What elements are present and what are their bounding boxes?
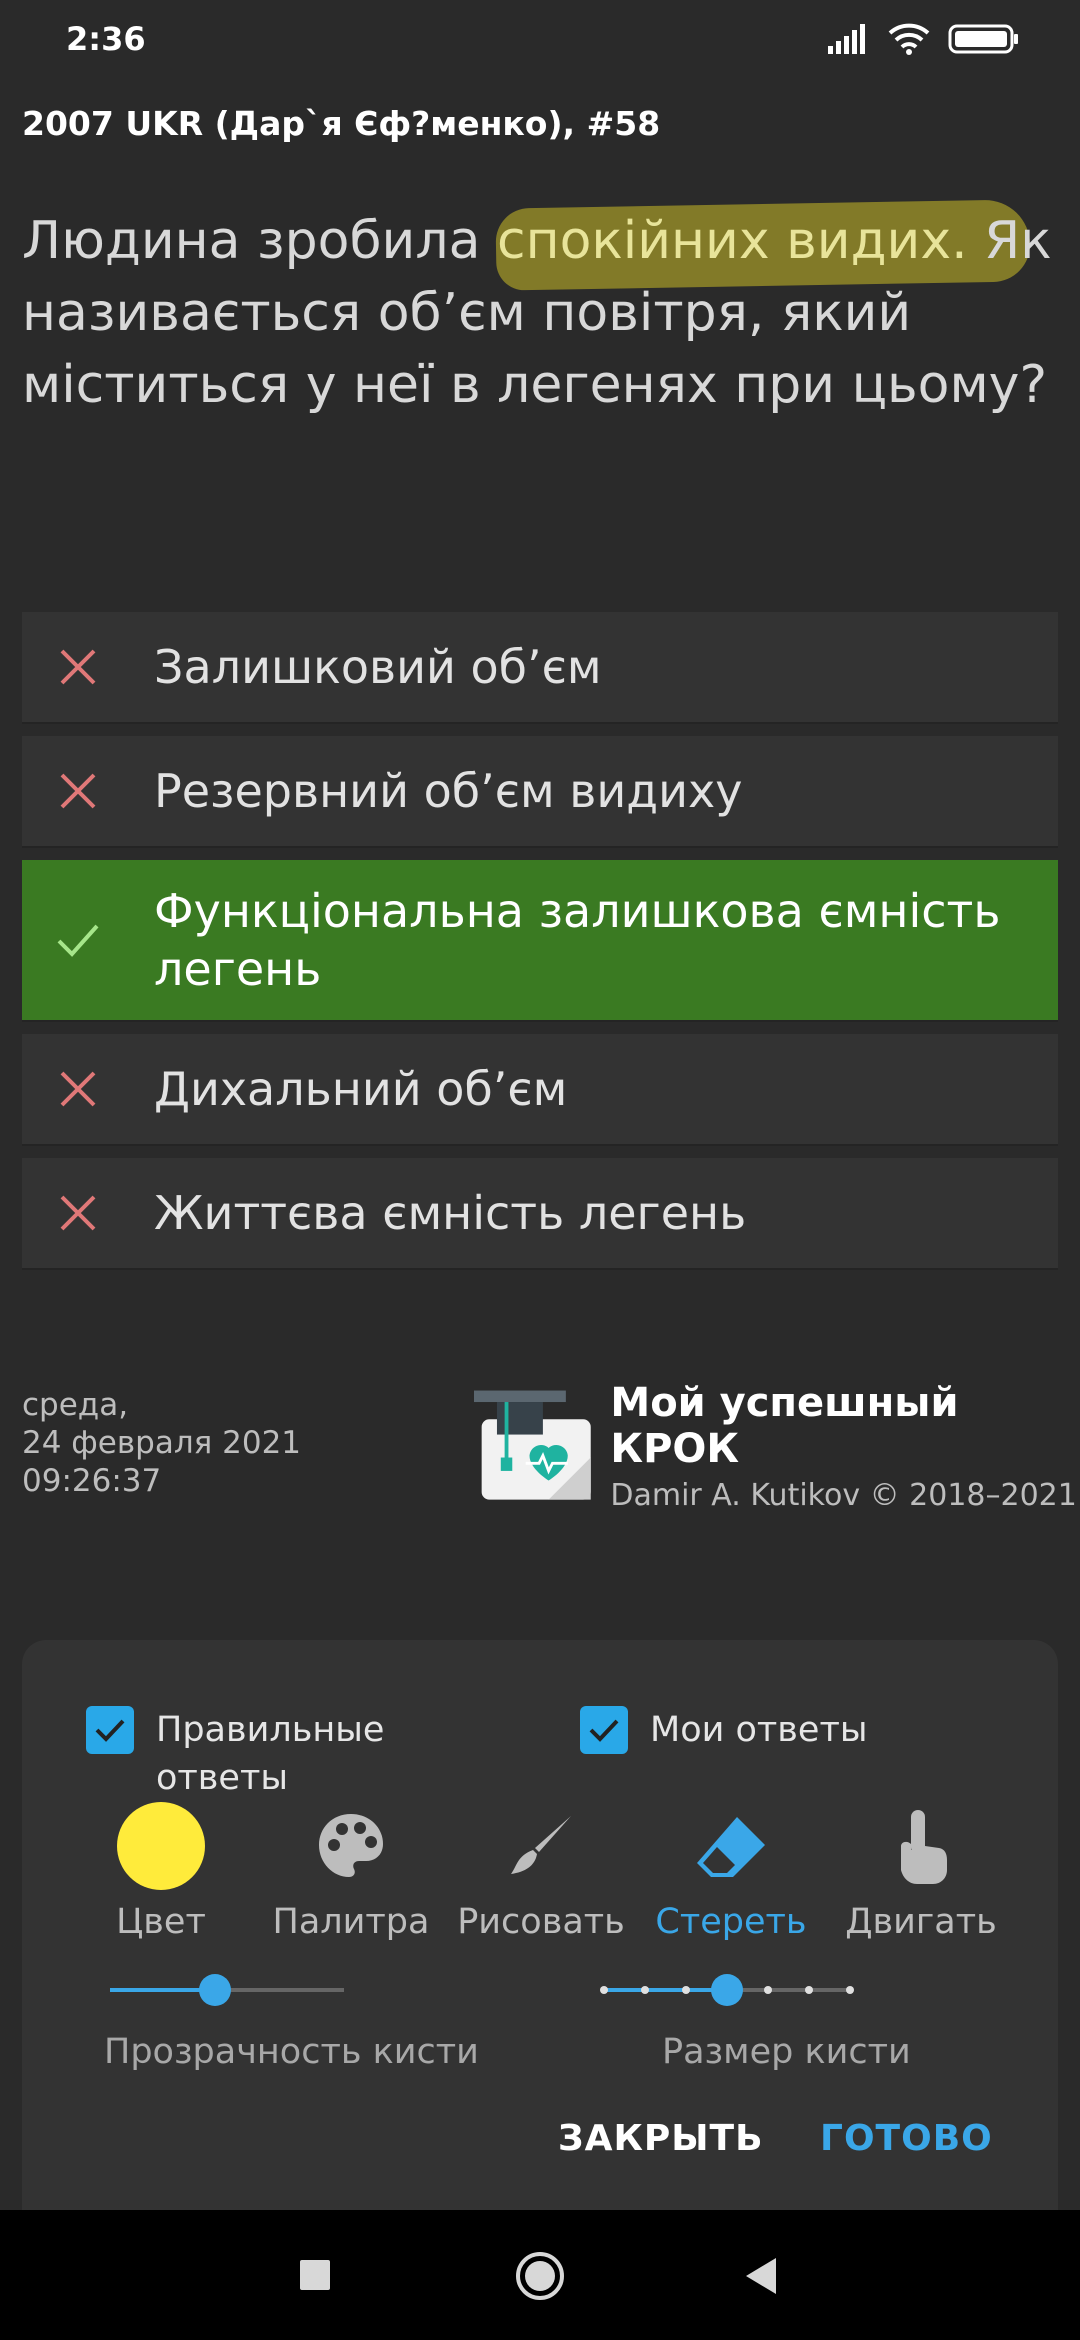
- checkbox-my-answers[interactable]: Мои ответы: [580, 1706, 867, 1754]
- copyright: Damir A. Kutikov © 2018–2021: [610, 1478, 1077, 1513]
- tool-move[interactable]: Двигать: [826, 1800, 1016, 1942]
- date-weekday: среда,: [22, 1387, 129, 1423]
- checkmark-icon: [57, 924, 99, 957]
- app-name: Мой успешный КРОК: [610, 1380, 959, 1472]
- done-button[interactable]: ГОТОВО: [820, 2118, 993, 2159]
- answer-item-5[interactable]: Життєва ємність легень: [22, 1158, 1058, 1270]
- checkbox-icon[interactable]: [86, 1706, 134, 1754]
- opacity-label: Прозрачность кисти: [104, 2032, 479, 2072]
- answer-text: Функціональна залишкова ємність легень: [154, 884, 1001, 996]
- checkbox-mine-label: Мои ответы: [650, 1710, 868, 1750]
- tool-move-label: Двигать: [845, 1902, 997, 1942]
- answer-text: Дихальний об’єм: [154, 1062, 568, 1116]
- eraser-icon: [697, 1817, 765, 1877]
- tool-palette[interactable]: Палитра: [256, 1800, 446, 1942]
- drawing-panel: Правильные ответы Мои ответы Цвет Палитр…: [22, 1640, 1058, 2210]
- app-logo-icon: [474, 1390, 591, 1500]
- date-time: 09:26:37: [22, 1463, 162, 1499]
- status-icons: [826, 23, 1020, 55]
- status-bar: 2:36: [0, 0, 1080, 78]
- tool-color[interactable]: Цвет: [66, 1800, 256, 1942]
- back-icon[interactable]: [744, 2256, 778, 2296]
- signal-icon: [826, 24, 870, 54]
- slider-step-dot[interactable]: [641, 1986, 649, 1994]
- cross-icon: [60, 649, 96, 685]
- date-day: 24 февраля 2021: [22, 1425, 302, 1461]
- timestamp: среда, 24 февраля 2021 09:26:37: [22, 1386, 301, 1500]
- battery-icon: [948, 23, 1020, 55]
- close-button[interactable]: ЗАКРЫТЬ: [558, 2118, 764, 2159]
- answer-text: Резервний об’єм видиху: [154, 764, 743, 818]
- slider-step-dot[interactable]: [682, 1986, 690, 1994]
- hand-pointer-icon: [901, 1810, 947, 1884]
- brush-icon: [511, 1816, 571, 1874]
- answer-item-3[interactable]: Функціональна залишкова ємність легень: [22, 860, 1058, 1022]
- question-highlighted: спокійних видих.: [496, 211, 968, 271]
- palette-icon: [319, 1814, 383, 1877]
- slider-thumb[interactable]: [711, 1974, 743, 2006]
- answer-item-1[interactable]: Залишковий об’єм: [22, 612, 1058, 724]
- checkbox-correct-answers[interactable]: Правильные ответы: [86, 1706, 416, 1802]
- tool-palette-label: Палитра: [272, 1902, 430, 1942]
- question-header: 2007 UKR (Дар`я Єф?менко), #58: [22, 104, 661, 143]
- slider-thumb[interactable]: [199, 1974, 232, 2006]
- tool-bar: Цвет Палитра Рисовать Стереть Двигать: [22, 1800, 1058, 1942]
- status-time: 2:36: [66, 20, 146, 58]
- answer-text: Залишковий об’єм: [154, 640, 602, 694]
- home-icon[interactable]: [514, 2250, 566, 2302]
- question-text: Людина зробила спокійних видих. Як назив…: [22, 205, 1052, 421]
- opacity-slider[interactable]: [110, 1970, 344, 2010]
- tool-draw-label: Рисовать: [457, 1902, 625, 1942]
- answers-list: Залишковий об’єм Резервний об’єм видиху …: [22, 612, 1058, 1282]
- checkbox-icon[interactable]: [580, 1706, 628, 1754]
- answer-item-4[interactable]: Дихальний об’єм: [22, 1034, 1058, 1146]
- color-swatch-icon: [117, 1802, 205, 1890]
- slider-step-dot[interactable]: [805, 1986, 813, 1994]
- tool-color-label: Цвет: [116, 1902, 206, 1942]
- slider-step-dot[interactable]: [846, 1986, 854, 1994]
- slider-step-dot[interactable]: [764, 1986, 772, 1994]
- cross-icon: [60, 1195, 96, 1231]
- wifi-icon: [888, 23, 930, 55]
- cross-icon: [60, 773, 96, 809]
- slider-step-dot[interactable]: [600, 1986, 608, 1994]
- cross-icon: [60, 1071, 96, 1107]
- app-brand: Мой успешный КРОК Damir A. Kutikov © 201…: [474, 1380, 1080, 1513]
- tool-erase[interactable]: Стереть: [636, 1800, 826, 1942]
- navigation-bar: [0, 2210, 1080, 2340]
- tool-draw[interactable]: Рисовать: [446, 1800, 636, 1942]
- size-label: Размер кисти: [662, 2032, 911, 2072]
- answer-text: Життєва ємність легень: [154, 1186, 747, 1240]
- checkbox-correct-label: Правильные ответы: [156, 1710, 385, 1798]
- recents-icon[interactable]: [298, 2258, 332, 2292]
- slider-fill: [604, 1988, 727, 1992]
- tool-erase-label: Стереть: [655, 1902, 807, 1942]
- answer-item-2[interactable]: Резервний об’єм видиху: [22, 736, 1058, 848]
- question-part1: Людина зробила: [22, 211, 497, 271]
- size-slider[interactable]: [600, 1970, 854, 2010]
